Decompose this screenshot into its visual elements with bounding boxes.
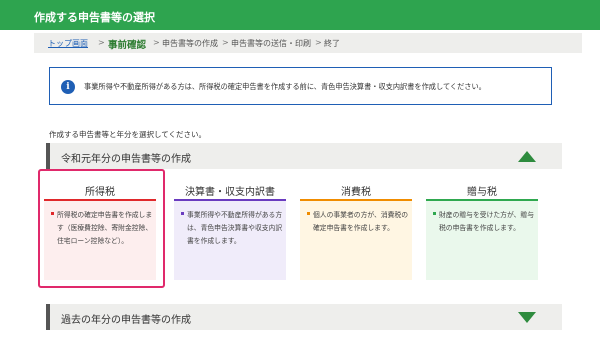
- expand-triangle-down-icon[interactable]: [518, 312, 536, 323]
- card-header: 決算書・収支内訳書: [174, 175, 286, 201]
- step-separator: >: [222, 38, 229, 47]
- card-body: 財産の贈与を受けた方が、贈与税の申告書を作成します。: [426, 201, 538, 280]
- card-consumption-tax[interactable]: 消費税 個人の事業者の方が、消費税の確定申告書を作成します。: [300, 175, 412, 280]
- card-description: 財産の贈与を受けた方が、贈与税の申告書を作成します。: [439, 211, 535, 232]
- section-past-years-label: 過去の年分の申告書等の作成: [61, 315, 191, 326]
- card-title: 消費税: [341, 187, 371, 198]
- section-current-year[interactable]: 令和元年分の申告書等の作成: [46, 143, 562, 169]
- top-page-link[interactable]: トップ画面: [48, 38, 88, 49]
- card-header: 消費税: [300, 175, 412, 201]
- step-create-return: 申告書等の作成: [162, 39, 218, 48]
- step-finish: 終了: [324, 39, 340, 48]
- card-body: 事業所得や不動産所得がある方は、青色申告決算書や収支内訳書を作成します。: [174, 201, 286, 280]
- selection-highlight: [38, 169, 165, 288]
- notice-text: 事業所得や不動産所得がある方は、所得税の確定申告書を作成する前に、青色申告決算書…: [84, 82, 486, 91]
- instruction-text: 作成する申告書等と年分を選択してください。: [49, 130, 207, 139]
- step-current-preliminary-check: 事前確認: [108, 40, 147, 51]
- card-gift-tax[interactable]: 贈与税 財産の贈与を受けた方が、贈与税の申告書を作成します。: [426, 175, 538, 280]
- card-description: 個人の事業者の方が、消費税の確定申告書を作成します。: [313, 211, 409, 232]
- card-header: 贈与税: [426, 175, 538, 201]
- bullet-icon: [181, 212, 184, 215]
- page-title: 作成する申告書等の選択: [34, 11, 155, 24]
- card-body: 個人の事業者の方が、消費税の確定申告書を作成します。: [300, 201, 412, 280]
- step-send-print: 申告書等の送信・印刷: [231, 39, 311, 48]
- step-separator: >: [315, 38, 322, 47]
- bullet-icon: [307, 212, 310, 215]
- title-bar: 作成する申告書等の選択: [0, 0, 600, 30]
- card-description: 事業所得や不動産所得がある方は、青色申告決算書や収支内訳書を作成します。: [187, 211, 283, 245]
- card-title: 贈与税: [467, 187, 497, 198]
- info-icon: i: [61, 80, 75, 94]
- collapse-triangle-up-icon[interactable]: [518, 151, 536, 162]
- step-separator: >: [98, 38, 105, 47]
- card-financial-statements[interactable]: 決算書・収支内訳書 事業所得や不動産所得がある方は、青色申告決算書や収支内訳書を…: [174, 175, 286, 280]
- section-current-year-label: 令和元年分の申告書等の作成: [61, 154, 191, 165]
- progress-steps: トップ画面 > 事前確認 > 申告書等の作成 > 申告書等の送信・印刷 > 終了: [34, 33, 582, 53]
- info-notice: i 事業所得や不動産所得がある方は、所得税の確定申告書を作成する前に、青色申告決…: [49, 67, 552, 105]
- step-separator: >: [153, 38, 160, 47]
- section-past-years[interactable]: 過去の年分の申告書等の作成: [46, 304, 562, 330]
- card-title: 決算書・収支内訳書: [185, 187, 275, 198]
- bullet-icon: [433, 212, 436, 215]
